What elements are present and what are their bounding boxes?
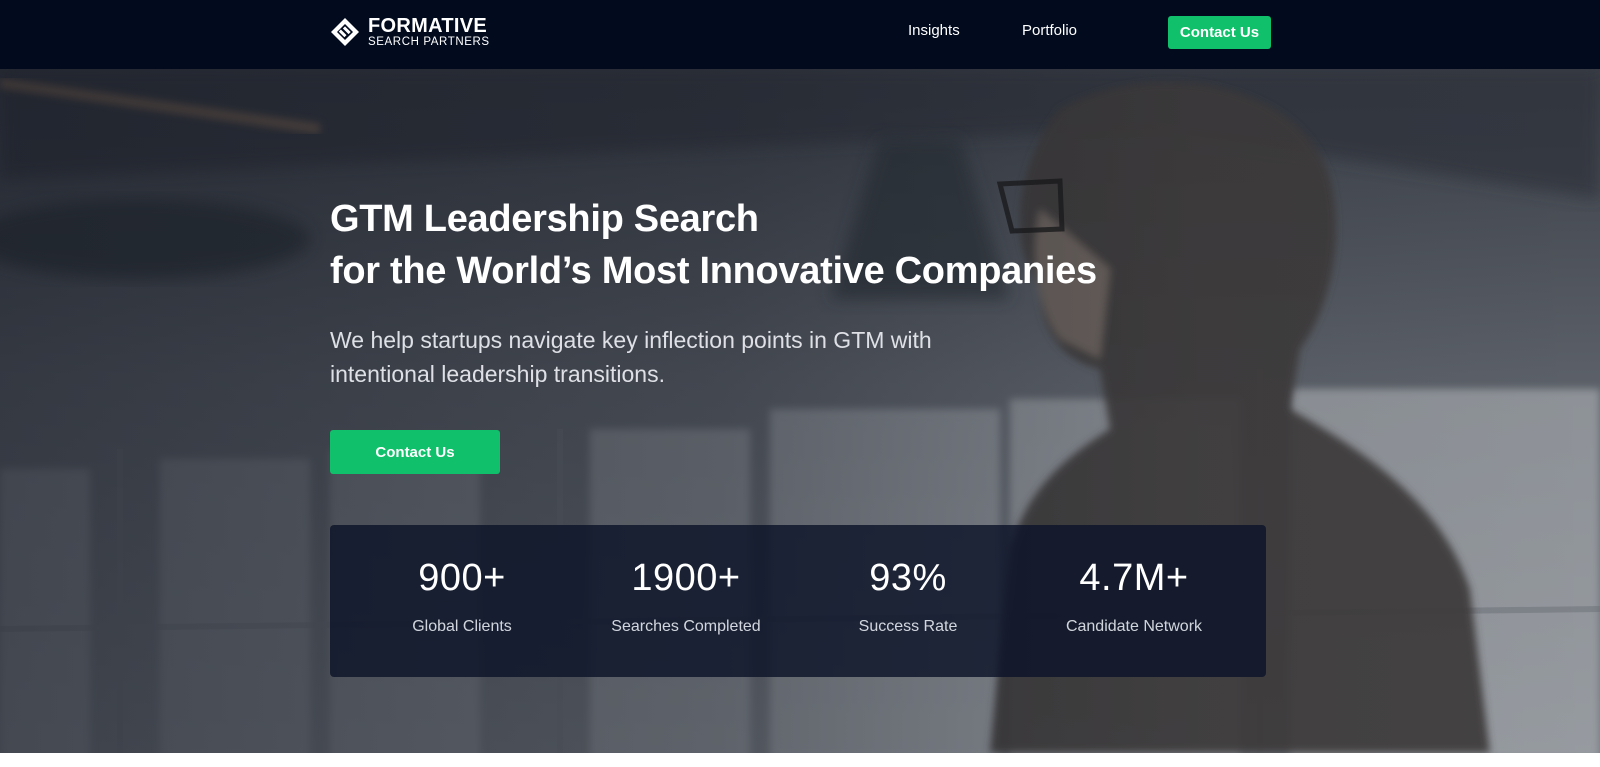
- stat-success-rate: 93% Success Rate: [788, 555, 1028, 637]
- stat-value: 4.7M+: [1079, 557, 1189, 599]
- stat-label: Success Rate: [858, 618, 958, 635]
- stat-candidate-network: 4.7M+ Candidate Network: [1014, 555, 1254, 637]
- top-navbar: FORMATIVE SEARCH PARTNERS Insights Portf…: [0, 0, 1600, 69]
- hero-section: GTM Leadership Search for the World’s Mo…: [0, 69, 1600, 753]
- nav-contact-button[interactable]: Contact Us: [1168, 16, 1271, 49]
- stat-value: 900+: [418, 557, 506, 599]
- stat-searches-completed: 1900+ Searches Completed: [566, 555, 806, 637]
- brand-wordmark: FORMATIVE SEARCH PARTNERS: [368, 16, 490, 49]
- stat-global-clients: 900+ Global Clients: [342, 555, 582, 637]
- stats-panel: 900+ Global Clients 1900+ Searches Compl…: [330, 525, 1266, 677]
- brand-logo[interactable]: FORMATIVE SEARCH PARTNERS: [330, 16, 490, 49]
- nav-link-portfolio[interactable]: Portfolio: [1022, 22, 1077, 39]
- hero-title: GTM Leadership Search for the World’s Mo…: [330, 193, 1230, 297]
- brand-tagline: SEARCH PARTNERS: [368, 36, 490, 48]
- stat-label: Searches Completed: [611, 618, 761, 635]
- stat-label: Candidate Network: [1065, 618, 1203, 635]
- formative-logo-icon: [331, 18, 359, 47]
- stat-value: 93%: [869, 557, 947, 599]
- hero-contact-button[interactable]: Contact Us: [330, 430, 500, 474]
- nav-link-insights[interactable]: Insights: [908, 22, 960, 39]
- stat-value: 1900+: [631, 557, 741, 599]
- hero-title-line-1: GTM Leadership Search: [330, 198, 759, 240]
- hero-subtitle: We help startups navigate key inflection…: [330, 327, 932, 387]
- hero-title-line-2: for the World’s Most Innovative Companie…: [330, 250, 1097, 292]
- stat-label: Global Clients: [412, 618, 512, 635]
- brand-name: FORMATIVE: [368, 15, 487, 37]
